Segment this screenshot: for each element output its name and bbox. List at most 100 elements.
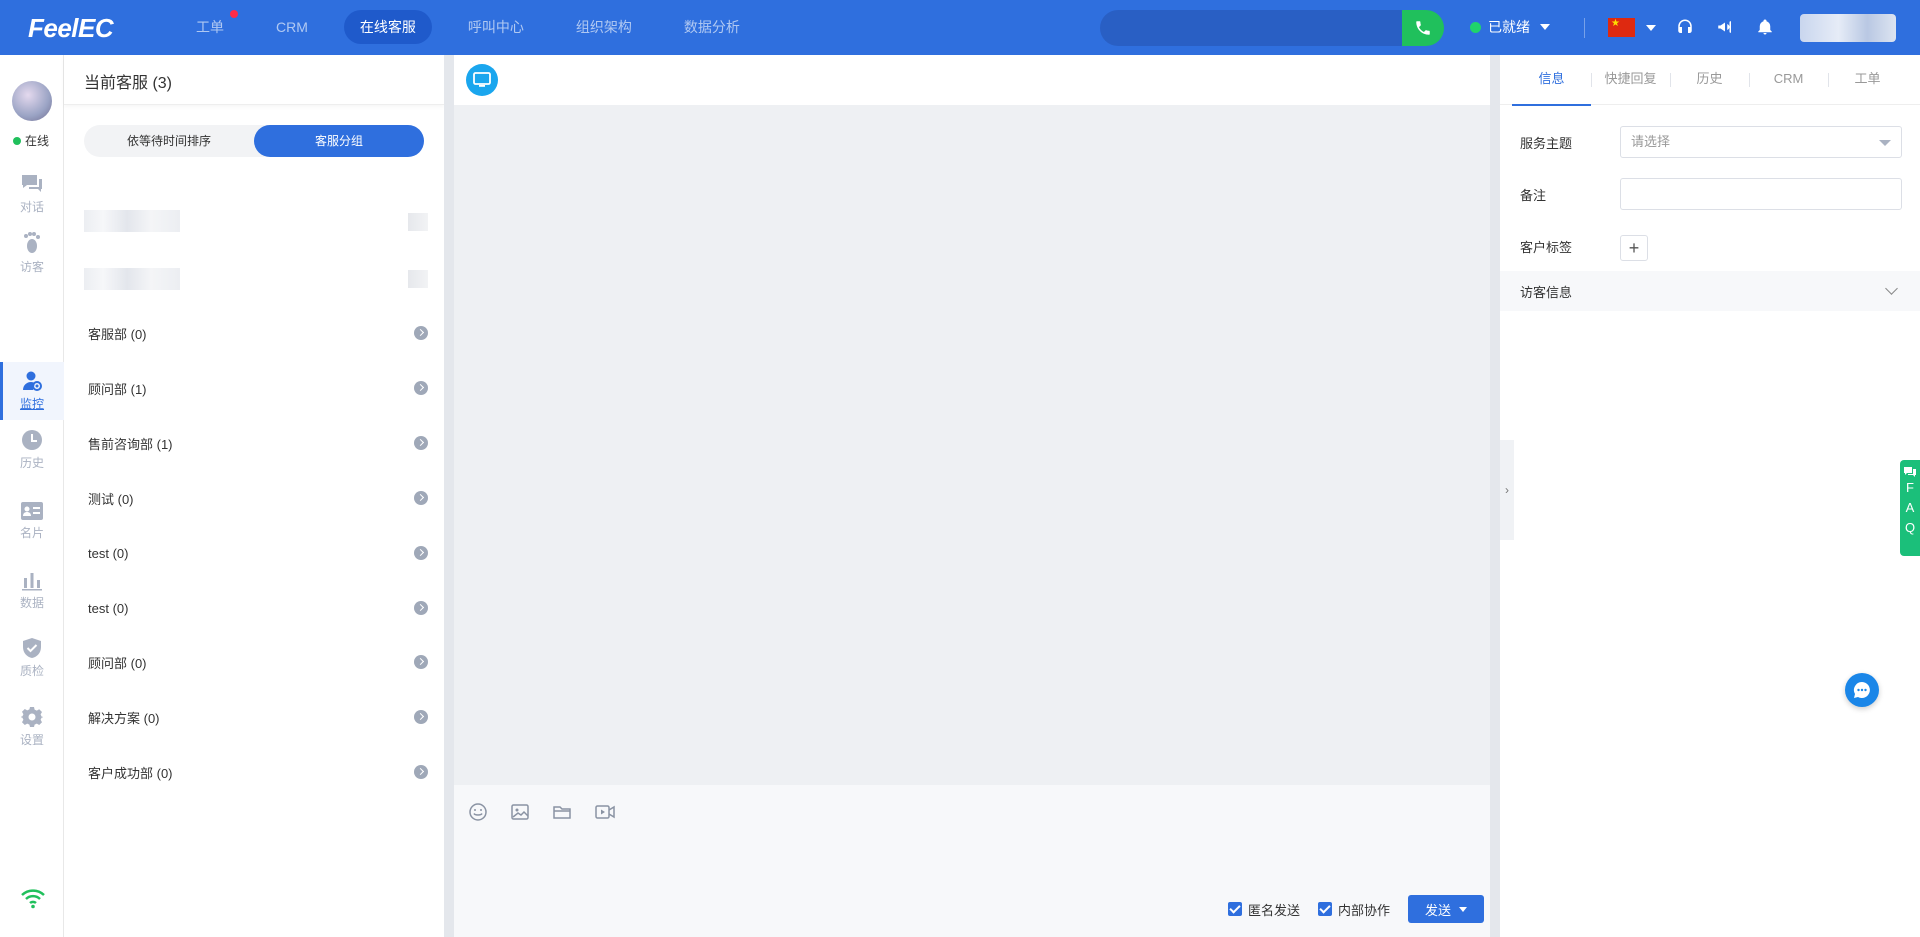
nav-item-data-analysis[interactable]: 数据分析 (668, 10, 756, 44)
chevron-right-icon (414, 765, 428, 779)
user-avatar[interactable] (1800, 14, 1896, 42)
sort-by-wait-time-button[interactable]: 依等待时间排序 (84, 125, 254, 157)
top-bar: FeelEC 工单 CRM 在线客服 呼叫中心 组织架构 数据分析 已就绪 (0, 0, 1920, 55)
remark-field[interactable] (1620, 178, 1902, 210)
group-row[interactable]: test (0) (88, 542, 428, 564)
phone-button[interactable] (1402, 10, 1444, 46)
group-row[interactable]: 售前咨询部 (1) (88, 432, 428, 454)
tab-info[interactable]: 信息 (1512, 55, 1591, 106)
rail-item-settings[interactable]: 设置 (0, 698, 64, 756)
gear-icon (21, 707, 43, 727)
rail-item-history[interactable]: 历史 (0, 421, 64, 479)
group-row[interactable]: 顾问部 (0) (88, 651, 428, 673)
footprint-icon (24, 232, 40, 253)
customer-tag-label: 客户标签 (1520, 240, 1573, 255)
nav-item-label: 在线客服 (359, 19, 416, 35)
collapse-panel-button[interactable]: › (1500, 440, 1514, 540)
nav-item-ticket[interactable]: 工单 (180, 10, 240, 44)
folder-icon[interactable] (552, 802, 572, 822)
megaphone-icon[interactable] (1714, 16, 1736, 38)
send-button-label: 发送 (1424, 902, 1451, 918)
add-tag-button[interactable]: + (1620, 235, 1648, 261)
tab-quick-reply[interactable]: 快捷回复 (1591, 55, 1670, 105)
checkbox-checked-icon (1227, 902, 1242, 916)
support-chat-button[interactable] (1845, 673, 1879, 707)
chevron-right-icon (414, 710, 428, 724)
agent-row-redacted[interactable] (84, 210, 180, 232)
agent-status-dropdown[interactable]: 已就绪 (1470, 17, 1550, 37)
rail-item-label: 设置 (19, 733, 44, 747)
chevron-down-icon[interactable] (1646, 25, 1656, 31)
rail-item-data[interactable]: 数据 (0, 561, 64, 619)
clock-icon (22, 430, 42, 450)
group-label: 测试 (0) (88, 491, 134, 507)
group-label: test (0) (88, 600, 129, 616)
panel-divider[interactable] (444, 55, 454, 937)
video-icon[interactable] (594, 802, 615, 822)
tab-history[interactable]: 历史 (1670, 55, 1749, 105)
group-label: 客服部 (0) (88, 326, 147, 342)
rail-item-card[interactable]: 名片 (0, 492, 64, 550)
group-row[interactable]: 客服部 (0) (88, 322, 428, 344)
group-row[interactable]: 顾问部 (1) (88, 377, 428, 399)
chevron-down-icon (1885, 282, 1898, 295)
composer[interactable]: 匿名发送 内部协作 发送 (454, 785, 1490, 937)
anonymous-checkbox[interactable]: 匿名发送 (1227, 900, 1300, 919)
nav-item-crm[interactable]: CRM (260, 10, 324, 44)
agent-row-redacted[interactable] (84, 268, 180, 290)
faq-button[interactable]: F A Q (1900, 460, 1920, 556)
nav-item-label: 组织架构 (575, 19, 632, 35)
rail-item-monitor[interactable]: 监控 (0, 362, 64, 420)
chat-header (454, 55, 1490, 105)
nav-item-organization[interactable]: 组织架构 (560, 10, 648, 44)
rail-item-label: 对话 (19, 200, 44, 214)
wifi-icon (20, 887, 46, 912)
nav-item-call-center[interactable]: 呼叫中心 (452, 10, 540, 44)
emoji-icon[interactable] (468, 802, 488, 822)
group-row[interactable]: 解决方案 (0) (88, 706, 428, 728)
group-row[interactable]: 测试 (0) (88, 487, 428, 509)
service-topic-label: 服务主题 (1520, 136, 1573, 151)
china-flag-icon[interactable] (1608, 18, 1635, 37)
visitor-info-label: 访客信息 (1520, 284, 1573, 300)
chevron-right-icon (414, 436, 428, 450)
card-icon (21, 502, 43, 520)
online-status[interactable]: 在线 (13, 132, 49, 149)
chat-icon (22, 175, 42, 192)
rail-item-chat[interactable]: 对话 (0, 165, 64, 223)
headset-icon[interactable] (1674, 16, 1696, 38)
rail-item-label: 访客 (19, 260, 44, 274)
image-icon[interactable] (510, 802, 530, 822)
rail-item-label: 监控 (19, 397, 44, 411)
send-button[interactable]: 发送 (1408, 895, 1484, 923)
bell-icon[interactable] (1754, 16, 1776, 38)
sort-toggle: 依等待时间排序 客服分组 (84, 125, 424, 157)
internal-collab-checkbox[interactable]: 内部协作 (1317, 900, 1390, 919)
rail-item-label: 数据 (19, 596, 44, 610)
send-row: 匿名发送 内部协作 发送 (1227, 895, 1484, 923)
message-list[interactable] (454, 105, 1490, 785)
chevron-down-icon (1540, 24, 1550, 30)
tab-ticket[interactable]: 工单 (1828, 55, 1907, 105)
group-label: 售前咨询部 (1) (88, 436, 173, 452)
chevron-down-icon[interactable] (1459, 906, 1467, 912)
side-rail: 在线 对话 访客 监控 历史 名片 数据 质检 设置 (0, 55, 64, 937)
app-logo[interactable]: FeelEC (28, 13, 114, 44)
service-topic-select[interactable]: 请选择 (1620, 126, 1902, 158)
checkbox-label: 内部协作 (1337, 902, 1390, 918)
search-input[interactable] (1100, 10, 1402, 46)
rail-item-quality[interactable]: 质检 (0, 629, 64, 687)
group-label: 解决方案 (0) (88, 710, 160, 726)
group-row[interactable]: test (0) (88, 597, 428, 619)
rail-item-visitor[interactable]: 访客 (0, 224, 64, 282)
group-row[interactable]: 客户成功部 (0) (88, 761, 428, 783)
avatar[interactable] (12, 81, 52, 121)
nav-item-label: 工单 (196, 19, 224, 35)
panel-divider[interactable] (1490, 55, 1500, 937)
nav-item-online-service[interactable]: 在线客服 (343, 10, 432, 44)
sort-by-group-button[interactable]: 客服分组 (254, 125, 424, 157)
desktop-icon[interactable] (466, 64, 498, 96)
visitor-info-section[interactable]: 访客信息 (1500, 271, 1920, 311)
tab-crm[interactable]: CRM (1749, 55, 1828, 105)
agent-row-redacted-meta (408, 213, 428, 231)
